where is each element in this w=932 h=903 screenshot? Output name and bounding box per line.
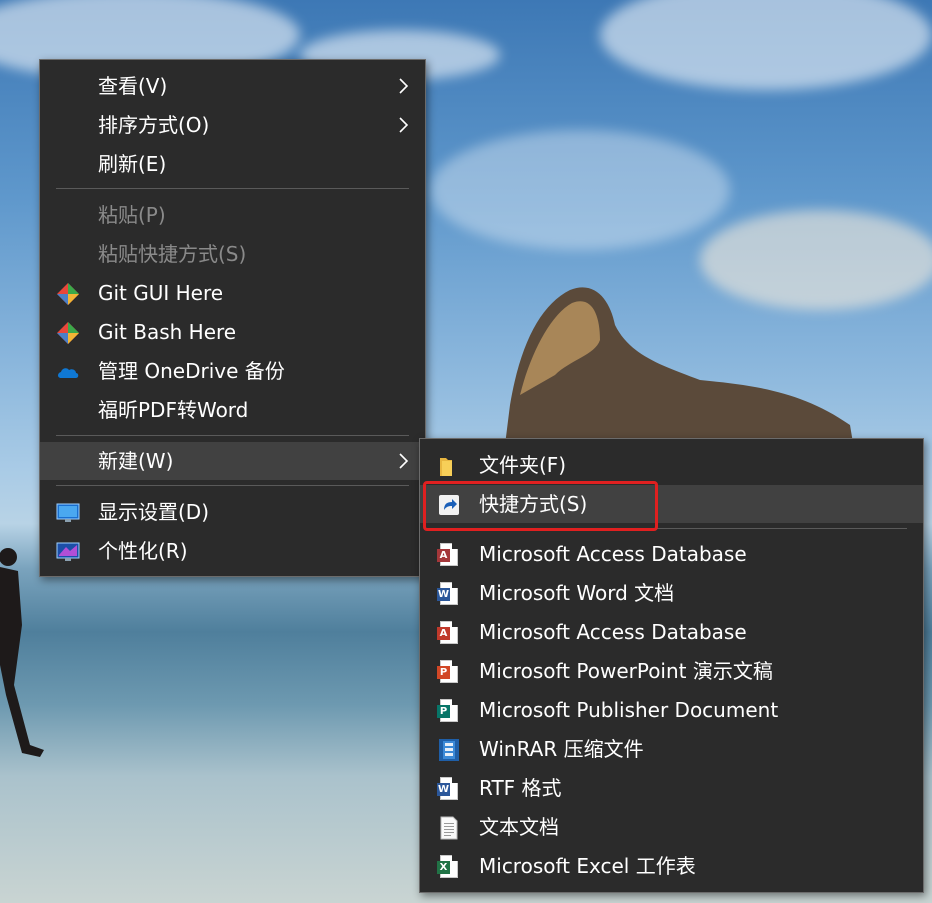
menu-item-label: 个性化(R) bbox=[98, 539, 188, 563]
menu-item-refresh[interactable]: 刷新(E) bbox=[40, 145, 425, 183]
access-icon: A bbox=[437, 621, 461, 645]
runner-silhouette bbox=[0, 548, 44, 757]
menu-item-label: 新建(W) bbox=[98, 449, 174, 473]
personalize-icon bbox=[56, 542, 80, 561]
menu-item-sort-by[interactable]: 排序方式(O) bbox=[40, 106, 425, 144]
access-icon: A bbox=[437, 543, 461, 567]
menu-separator bbox=[56, 435, 409, 436]
submenu-item-word-document[interactable]: W Microsoft Word 文档 bbox=[420, 574, 923, 612]
menu-item-label: 排序方式(O) bbox=[98, 113, 210, 137]
menu-item-label: Microsoft Access Database bbox=[479, 620, 747, 644]
menu-item-label: RTF 格式 bbox=[479, 776, 562, 800]
menu-separator bbox=[56, 485, 409, 486]
menu-item-label: WinRAR 压缩文件 bbox=[479, 737, 644, 761]
folder-icon bbox=[440, 458, 452, 476]
git-bash-icon bbox=[57, 322, 79, 344]
menu-item-label: Microsoft PowerPoint 演示文稿 bbox=[479, 659, 773, 683]
menu-item-label: Microsoft Publisher Document bbox=[479, 698, 779, 722]
menu-item-foxit-pdf-to-word[interactable]: 福昕PDF转Word bbox=[40, 391, 425, 429]
winrar-icon bbox=[439, 739, 459, 761]
onedrive-icon bbox=[58, 368, 79, 378]
menu-item-paste-shortcut: 粘贴快捷方式(S) bbox=[40, 235, 425, 273]
menu-item-label: Git Bash Here bbox=[98, 320, 237, 344]
submenu-item-text-document[interactable]: 文本文档 bbox=[420, 808, 923, 846]
menu-separator bbox=[56, 188, 409, 189]
rtf-icon: W bbox=[437, 777, 461, 801]
menu-item-label: Microsoft Word 文档 bbox=[479, 581, 675, 605]
excel-icon: X bbox=[437, 855, 461, 879]
menu-item-personalize[interactable]: 个性化(R) bbox=[40, 532, 425, 570]
menu-item-label: 刷新(E) bbox=[98, 152, 167, 176]
submenu-item-rtf[interactable]: W RTF 格式 bbox=[420, 769, 923, 807]
menu-item-label: 管理 OneDrive 备份 bbox=[98, 359, 285, 383]
menu-item-view[interactable]: 查看(V) bbox=[40, 67, 425, 105]
submenu-item-winrar[interactable]: WinRAR 压缩文件 bbox=[420, 730, 923, 768]
menu-item-git-bash[interactable]: Git Bash Here bbox=[40, 313, 425, 351]
menu-item-new[interactable]: 新建(W) bbox=[40, 442, 425, 480]
chevron-right-icon bbox=[399, 117, 409, 133]
submenu-item-access-database-2[interactable]: A Microsoft Access Database bbox=[420, 613, 923, 651]
word-icon: W bbox=[437, 582, 461, 606]
submenu-item-powerpoint[interactable]: P Microsoft PowerPoint 演示文稿 bbox=[420, 652, 923, 690]
powerpoint-icon: P bbox=[437, 660, 461, 684]
menu-item-label: 福昕PDF转Word bbox=[98, 398, 249, 422]
menu-item-git-gui[interactable]: Git GUI Here bbox=[40, 274, 425, 312]
chevron-right-icon bbox=[399, 78, 409, 94]
menu-item-label: 文本文档 bbox=[479, 815, 559, 839]
menu-item-label: 粘贴(P) bbox=[98, 203, 166, 227]
menu-item-label: Microsoft Access Database bbox=[479, 542, 747, 566]
desktop-context-menu: 查看(V) 排序方式(O) 刷新(E) 粘贴(P) 粘贴快捷方式(S) Git … bbox=[39, 59, 426, 577]
menu-item-display-settings[interactable]: 显示设置(D) bbox=[40, 493, 425, 531]
menu-item-label: Git GUI Here bbox=[98, 281, 224, 305]
submenu-item-publisher[interactable]: P Microsoft Publisher Document bbox=[420, 691, 923, 729]
display-settings-icon bbox=[56, 503, 80, 522]
publisher-icon: P bbox=[437, 699, 461, 723]
menu-item-paste: 粘贴(P) bbox=[40, 196, 425, 234]
menu-item-label: 文件夹(F) bbox=[479, 453, 567, 477]
text-document-icon bbox=[440, 816, 458, 840]
menu-item-label: Microsoft Excel 工作表 bbox=[479, 854, 696, 878]
chevron-right-icon bbox=[399, 453, 409, 469]
menu-item-label: 显示设置(D) bbox=[98, 500, 210, 524]
menu-item-onedrive-backup[interactable]: 管理 OneDrive 备份 bbox=[40, 352, 425, 390]
git-gui-icon bbox=[57, 283, 79, 305]
menu-item-label: 粘贴快捷方式(S) bbox=[98, 242, 247, 266]
submenu-item-access-database[interactable]: A Microsoft Access Database bbox=[420, 535, 923, 573]
highlight-annotation bbox=[423, 481, 658, 531]
menu-item-label: 查看(V) bbox=[98, 74, 168, 98]
submenu-item-excel[interactable]: X Microsoft Excel 工作表 bbox=[420, 847, 923, 885]
submenu-item-folder[interactable]: 文件夹(F) bbox=[420, 446, 923, 484]
